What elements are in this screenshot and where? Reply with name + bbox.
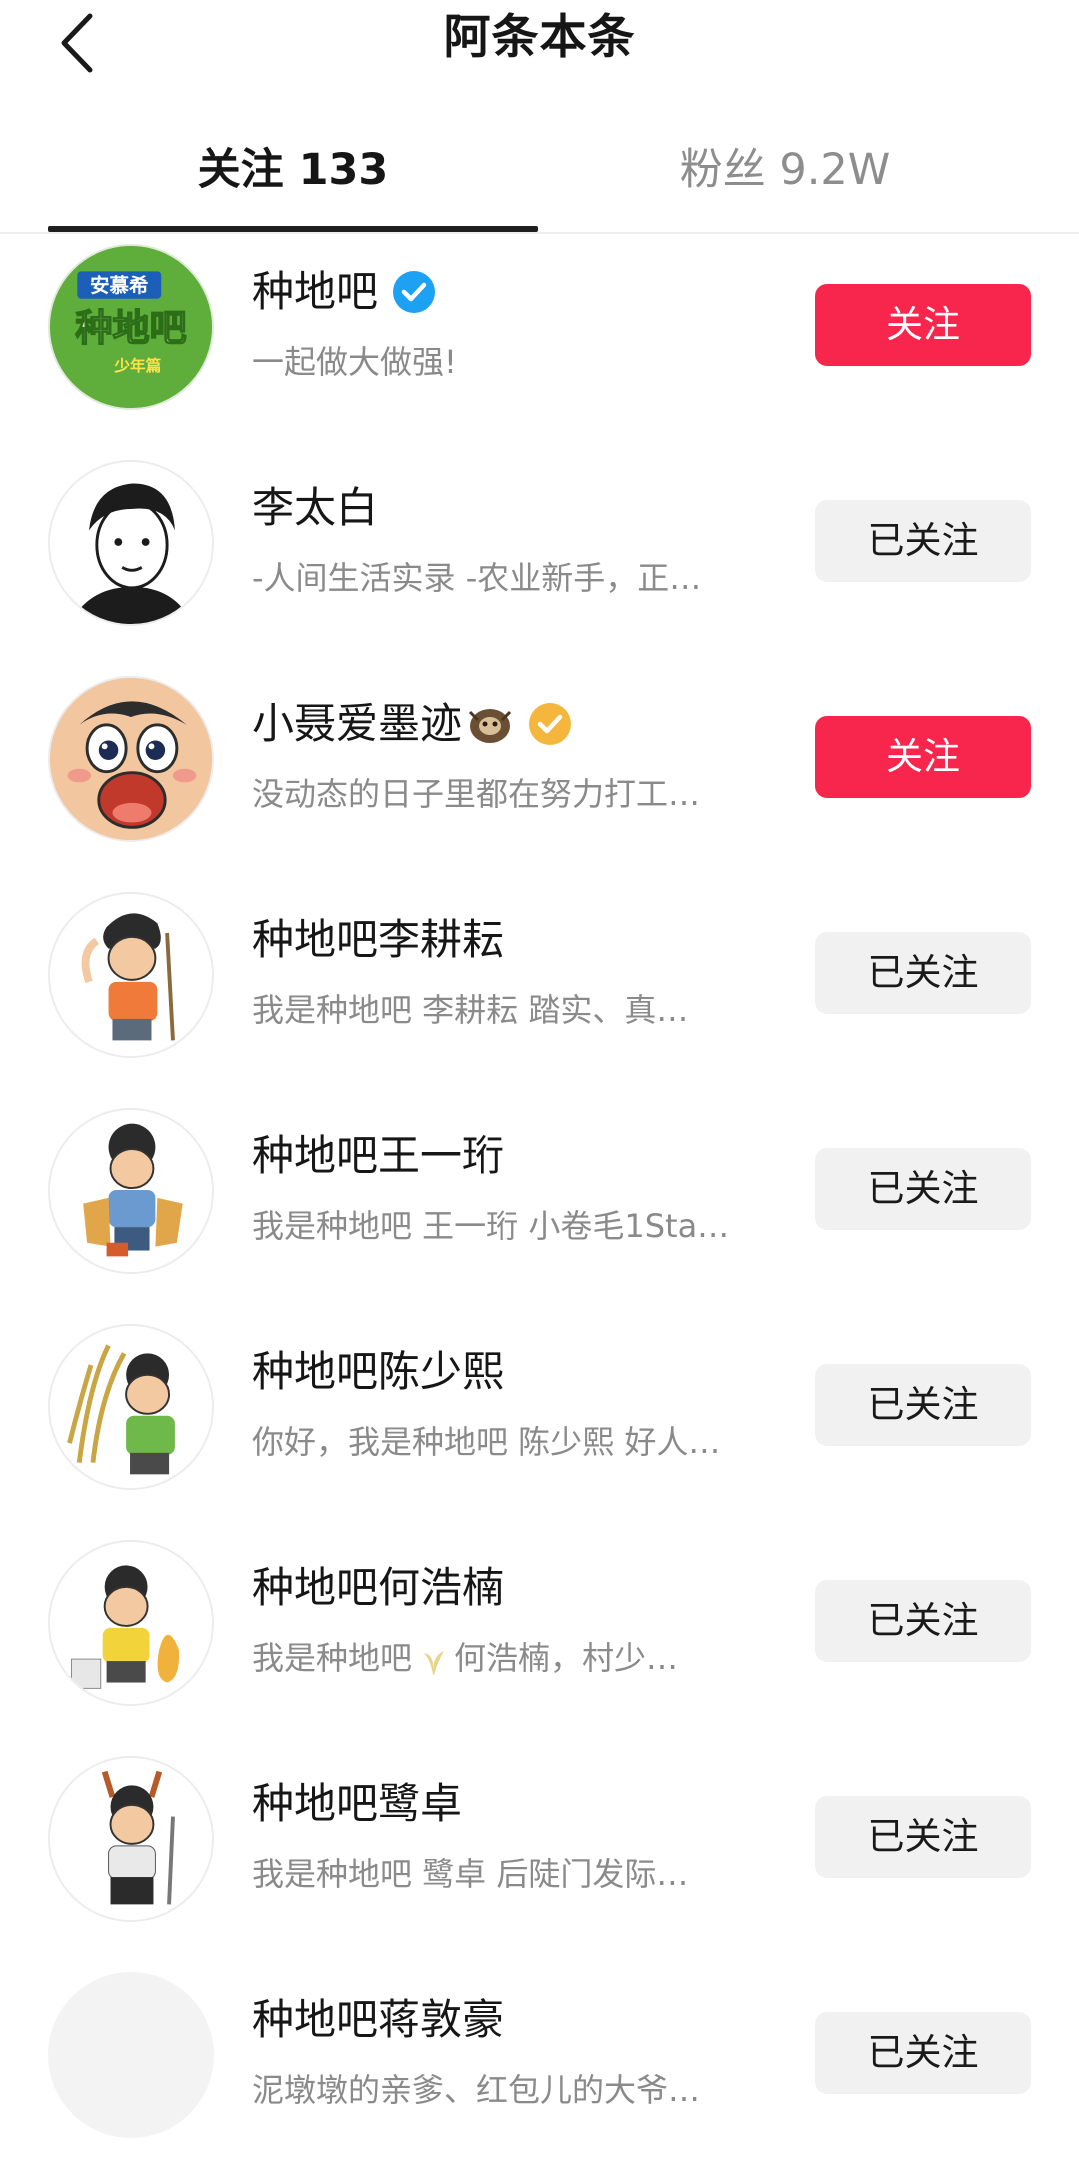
user-bio: 一起做大做强! bbox=[252, 343, 457, 381]
user-bio-text: 我是种地吧 bbox=[252, 1639, 413, 1677]
cartoon-farmer-avatar bbox=[50, 1110, 212, 1272]
cartoon-farmer-avatar bbox=[50, 894, 212, 1056]
user-bio: 我是种地吧 鹭卓 后陡门发际… bbox=[252, 1855, 689, 1893]
cartoon-face-avatar bbox=[50, 678, 212, 840]
user-bio: 我是种地吧 王一珩 小卷毛1Sta… bbox=[252, 1207, 730, 1245]
avatar[interactable] bbox=[48, 1972, 214, 2138]
followed-button[interactable]: 已关注 bbox=[815, 500, 1031, 582]
avatar[interactable] bbox=[48, 1108, 214, 1274]
list-item[interactable]: 种地吧陈少熙 你好，我是种地吧 陈少熙 好人… 已关注 bbox=[0, 1314, 1079, 1530]
followed-button[interactable]: 已关注 bbox=[815, 1148, 1031, 1230]
user-bio: 我是种地吧 李耕耘 踏实、真… bbox=[252, 991, 689, 1029]
user-bio: 没动态的日子里都在努力打工… bbox=[252, 775, 701, 813]
sprout-icon bbox=[424, 1651, 445, 1675]
follow-button[interactable]: 关注 bbox=[815, 716, 1031, 798]
user-name: 种地吧李耕耘 bbox=[252, 915, 505, 964]
name-line: 小聂爱墨迹 bbox=[252, 696, 572, 752]
user-name: 种地吧王一珩 bbox=[252, 1131, 505, 1180]
sketch-face-avatar bbox=[50, 462, 212, 624]
list-item[interactable]: 种地吧鹭卓 我是种地吧 鹭卓 后陡门发际… 已关注 bbox=[0, 1746, 1079, 1962]
follow-button[interactable]: 关注 bbox=[815, 284, 1031, 366]
followed-button[interactable]: 已关注 bbox=[815, 2012, 1031, 2094]
svg-text:安慕希: 安慕希 bbox=[90, 274, 149, 297]
following-list: 安慕希 种地吧 少年篇 种地吧 一起做大做强! 关注 李太白 -人间生活实录 -… bbox=[0, 234, 1079, 2178]
avatar[interactable]: 安慕希 种地吧 少年篇 bbox=[48, 244, 214, 410]
tab-following[interactable]: 关注 133 bbox=[48, 120, 538, 220]
avatar[interactable] bbox=[48, 892, 214, 1058]
tab-bar: 关注 133 粉丝 9.2W bbox=[0, 120, 1079, 235]
list-item[interactable]: 李太白 -人间生活实录 -农业新手，正… 已关注 bbox=[0, 450, 1079, 666]
avatar[interactable] bbox=[48, 1540, 214, 1706]
user-bio: 你好，我是种地吧 陈少熙 好人… bbox=[252, 1423, 721, 1461]
list-item[interactable]: 小聂爱墨迹 没动态的日子里都在努力打工… 关注 bbox=[0, 666, 1079, 882]
user-name: 种地吧陈少熙 bbox=[252, 1347, 505, 1396]
list-item[interactable]: 种地吧李耕耘 我是种地吧 李耕耘 踏实、真… 已关注 bbox=[0, 882, 1079, 1098]
followed-button[interactable]: 已关注 bbox=[815, 1580, 1031, 1662]
user-name: 种地吧 bbox=[252, 267, 379, 316]
cartoon-farmer-avatar bbox=[50, 1542, 212, 1704]
avatar[interactable] bbox=[48, 1324, 214, 1490]
top-bar: 阿条本条 bbox=[0, 0, 1079, 90]
blank-avatar bbox=[50, 1974, 212, 2136]
user-bio: 我是种地吧 何浩楠，村少… bbox=[252, 1634, 792, 1682]
user-name: 种地吧蒋敦豪 bbox=[252, 1995, 505, 2044]
user-name: 种地吧鹭卓 bbox=[252, 1779, 463, 1828]
cartoon-farmer-avatar bbox=[50, 1326, 212, 1488]
avatar[interactable] bbox=[48, 460, 214, 626]
followed-button[interactable]: 已关注 bbox=[815, 1364, 1031, 1446]
svg-text:种地吧: 种地吧 bbox=[75, 307, 186, 350]
verified-gold-icon bbox=[529, 703, 572, 745]
verified-blue-icon bbox=[393, 271, 436, 313]
list-item[interactable]: 种地吧何浩楠 我是种地吧 何浩楠，村少… 已关注 bbox=[0, 1530, 1079, 1746]
sloth-icon bbox=[468, 709, 512, 743]
show-logo-avatar: 安慕希 种地吧 少年篇 bbox=[50, 246, 212, 408]
list-item[interactable]: 安慕希 种地吧 少年篇 种地吧 一起做大做强! 关注 bbox=[0, 234, 1079, 450]
list-item[interactable]: 种地吧蒋敦豪 泥墩墩的亲爹、红包儿的大爷… 已关注 bbox=[0, 1962, 1079, 2178]
followed-button[interactable]: 已关注 bbox=[815, 932, 1031, 1014]
user-bio: -人间生活实录 -农业新手，正… bbox=[252, 559, 702, 597]
page-title: 阿条本条 bbox=[443, 10, 636, 65]
avatar[interactable] bbox=[48, 1756, 214, 1922]
name-line: 种地吧 bbox=[252, 264, 436, 320]
list-item[interactable]: 种地吧王一珩 我是种地吧 王一珩 小卷毛1Sta… 已关注 bbox=[0, 1098, 1079, 1314]
followed-button[interactable]: 已关注 bbox=[815, 1796, 1031, 1878]
cartoon-farmer-avatar bbox=[50, 1758, 212, 1920]
user-bio-rest: 何浩楠，村少… bbox=[454, 1639, 679, 1677]
svg-text:少年篇: 少年篇 bbox=[113, 356, 161, 375]
user-name: 李太白 bbox=[252, 483, 379, 532]
user-name: 小聂爱墨迹 bbox=[252, 699, 463, 748]
avatar[interactable] bbox=[48, 676, 214, 842]
user-bio: 泥墩墩的亲爹、红包儿的大爷… bbox=[252, 2071, 701, 2109]
tab-fans[interactable]: 粉丝 9.2W bbox=[540, 120, 1030, 220]
user-name: 种地吧何浩楠 bbox=[252, 1563, 505, 1612]
